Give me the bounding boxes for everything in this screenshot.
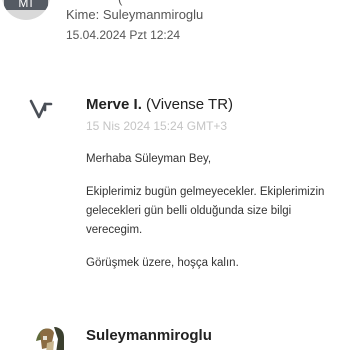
previous-message-date: 15.04.2024 Pzt 12:24 — [66, 28, 181, 42]
sender-name: Merve I. — [86, 96, 142, 113]
message-body: Merhaba Süleyman Bey, Ekiplerimiz bugün … — [86, 150, 342, 287]
next-sender-name[interactable]: Suleymanmiroglu — [86, 327, 212, 344]
sender-line[interactable]: Merve I. (Vivense TR) — [86, 96, 233, 113]
vivense-logo-icon — [28, 96, 54, 122]
message-timestamp: 15 Nis 2024 15:24 GMT+3 — [86, 119, 228, 133]
body-closing: Görüşmek üzere, hoşça kalın. — [86, 257, 239, 269]
email-thread-view: MI ( Kime: Suleymanmiroglu 15.04.2024 Pz… — [0, 0, 350, 350]
avatar-initials: MI — [4, 0, 48, 10]
sender-org: (Vivense TR) — [146, 96, 234, 113]
recipient-line: Kime: Suleymanmiroglu — [66, 7, 204, 22]
body-paragraph: Ekiplerimiz bugün gelmeyecekler. Ekipler… — [86, 186, 325, 236]
previous-header-partial-text: ( — [118, 0, 122, 6]
previous-message-header[interactable]: MI ( Kime: Suleymanmiroglu 15.04.2024 Pz… — [0, 0, 350, 50]
body-greeting: Merhaba Süleyman Bey, — [86, 153, 212, 165]
previous-sender-avatar: MI — [2, 0, 50, 20]
user-photo-icon — [34, 323, 66, 350]
